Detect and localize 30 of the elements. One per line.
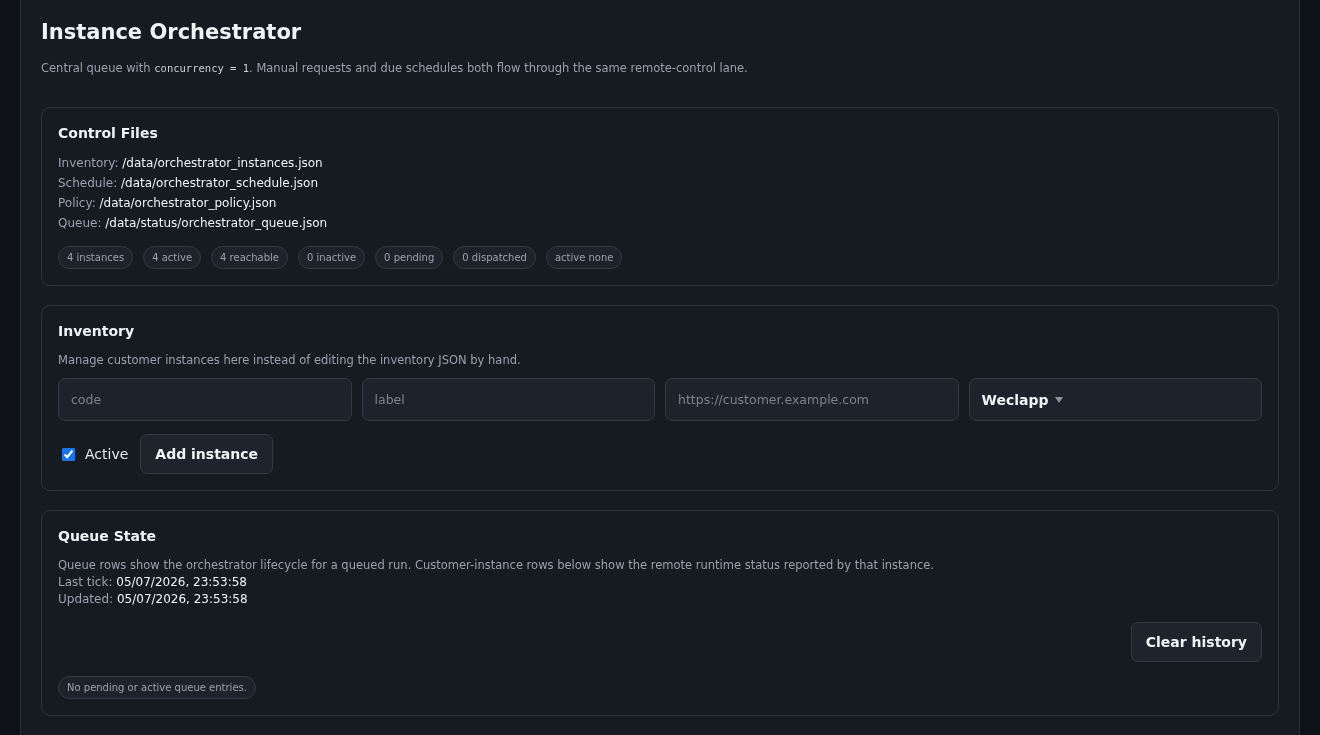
caret-icon (1054, 396, 1063, 403)
file-path-line: Inventory: /data/orchestrator_instances.json (58, 155, 324, 172)
status-chip: 0 pending (375, 246, 444, 269)
text-input-field[interactable]: label (361, 378, 655, 421)
status-chip: 4 reachable (211, 246, 289, 269)
section-description: Manage customer instances here instead of editing the inventory JSON by hand. (58, 353, 522, 367)
text-input-field[interactable]: code (58, 378, 352, 421)
status-chip: 0 inactive (298, 246, 366, 269)
active-checkbox[interactable] (62, 447, 75, 461)
page-subtitle: Central queue with concurrency = 1. Manual requests and due schedules both flow through the same remote-control lane. (41, 61, 749, 75)
timestamp-line: Last tick: 05/07/2026, 23:53:58 (58, 574, 248, 591)
status-chip: 4 instances (58, 246, 134, 269)
text-input-field[interactable]: https://customer.example.com (665, 378, 959, 421)
empty-queue-note: No pending or active queue entries. (58, 676, 256, 699)
status-chip: 4 active (143, 246, 202, 269)
clear-history-button[interactable]: Clear history (1130, 622, 1262, 662)
file-path-line: Queue: /data/status/orchestrator_queue.json (58, 215, 329, 232)
checkbox-label[interactable]: Active (85, 446, 129, 462)
section-title: Inventory (58, 323, 136, 339)
page-title: Instance Orchestrator (41, 20, 303, 44)
status-chip: 0 dispatched (453, 246, 536, 269)
section-title: Queue State (58, 528, 158, 544)
file-path-line: Policy: /data/orchestrator_policy.json (58, 195, 278, 212)
add-instance-button[interactable]: Add instance (140, 434, 274, 474)
section-title: Control Files (58, 125, 159, 141)
file-path-line: Schedule: /data/orchestrator_schedule.json (58, 175, 320, 192)
platform-dropdown[interactable]: Weclapp (968, 378, 1262, 421)
timestamp-line: Updated: 05/07/2026, 23:53:58 (58, 591, 249, 608)
status-chip: active none (545, 246, 623, 269)
section-description: Queue rows show the orchestrator lifecycle for a queued run. Customer-instance rows below show the remote runtime status reported by that instance. (58, 558, 935, 572)
